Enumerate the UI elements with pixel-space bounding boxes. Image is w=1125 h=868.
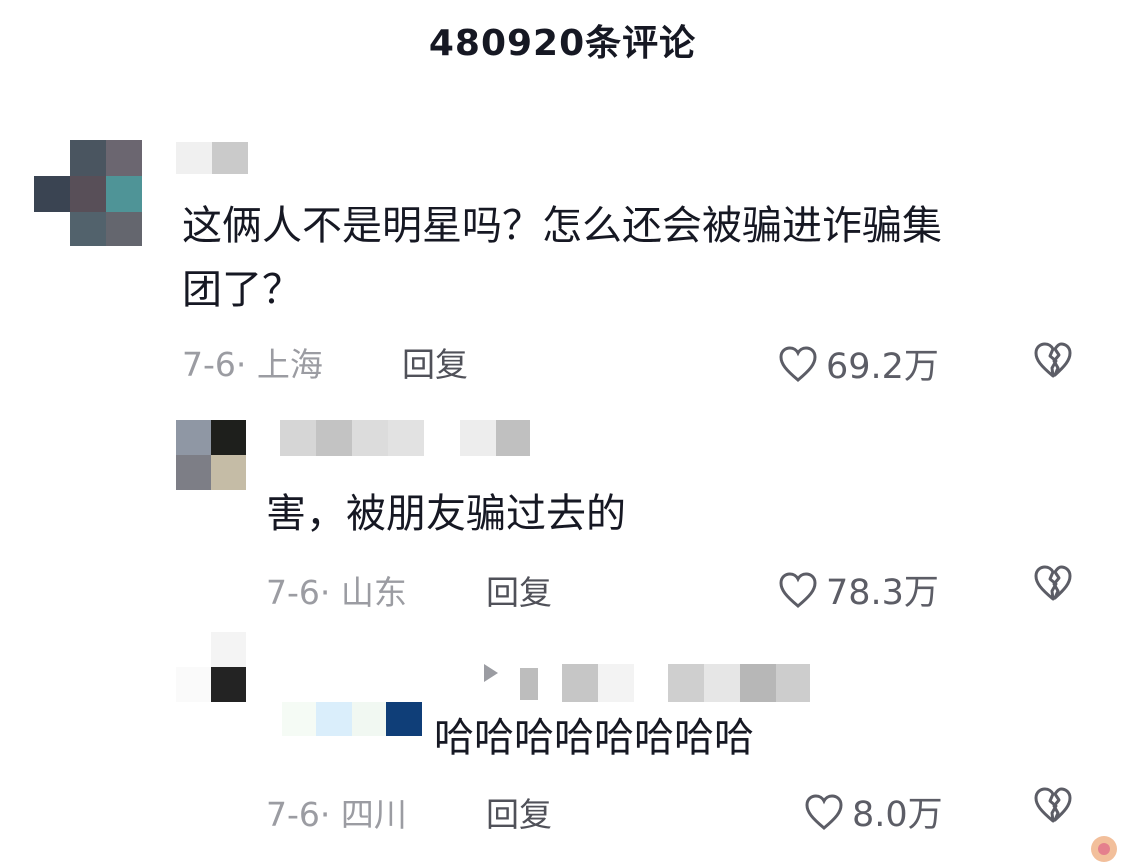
like-count: 69.2万 [826, 347, 939, 387]
heart-outline-icon [779, 345, 817, 382]
comment-meta: 7-6· 四川 [266, 795, 407, 834]
comment-count-title: 480920条评论 [428, 23, 697, 64]
comment-meta: 7-6· 上海 [182, 345, 323, 384]
logo-icon [1091, 836, 1117, 862]
like-count: 78.3万 [826, 573, 939, 613]
heart-outline-icon [779, 571, 817, 608]
comment-text: 这俩人不是明星吗？怎么还会被骗进诈骗集 团了？ [182, 203, 942, 313]
avatar[interactable] [176, 420, 246, 490]
like-button[interactable]: 69.2万 [778, 338, 939, 389]
comment-text: 哈哈哈哈哈哈哈哈 [434, 715, 754, 761]
reply-button[interactable]: 回复 [402, 338, 468, 386]
username[interactable] [280, 420, 530, 458]
heart-outline-icon [805, 793, 843, 830]
like-button[interactable]: 8.0万 [804, 786, 943, 837]
like-button[interactable]: 78.3万 [778, 564, 939, 615]
dislike-button[interactable] [1033, 564, 1073, 602]
dislike-button[interactable] [1033, 786, 1073, 824]
comment-date: 7-6 [182, 345, 236, 384]
broken-heart-icon [1034, 565, 1072, 601]
like-count: 8.0万 [852, 795, 943, 835]
dislike-button[interactable] [1033, 341, 1073, 379]
comment-meta: 7-6· 山东 [266, 573, 407, 612]
avatar[interactable] [176, 632, 246, 702]
avatar[interactable] [34, 140, 142, 246]
watermark-logo [1089, 834, 1119, 864]
broken-heart-icon [1034, 787, 1072, 823]
username[interactable] [176, 142, 248, 174]
comment-location: 山东 [340, 573, 407, 612]
reply-button[interactable]: 回复 [486, 788, 552, 836]
broken-heart-icon [1034, 342, 1072, 378]
comment-date: 7-6 [266, 573, 320, 612]
play-arrow-icon [484, 664, 498, 682]
username[interactable] [520, 664, 810, 704]
comment-location: 四川 [340, 795, 407, 834]
reply-button[interactable]: 回复 [486, 566, 552, 614]
comment-date: 7-6 [266, 795, 320, 834]
mosaic-block [282, 702, 432, 738]
comment-location: 上海 [256, 345, 323, 384]
comment-text: 害，被朋友骗过去的 [266, 491, 626, 537]
